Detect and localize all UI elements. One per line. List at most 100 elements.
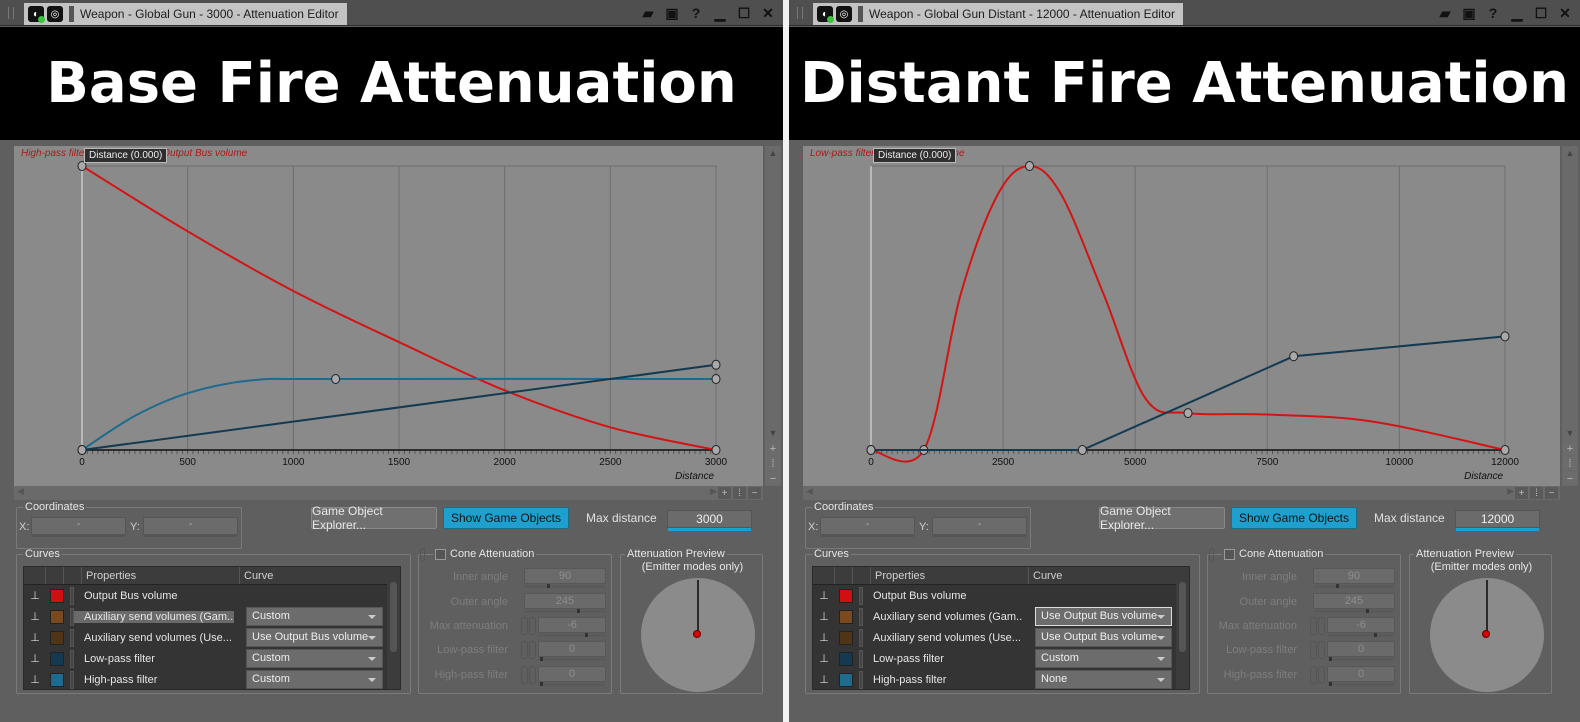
curve-row[interactable]: ⊥ Auxiliary send volumes (Gam... Use Outpu… — [813, 606, 1189, 627]
value-slider[interactable] — [1328, 683, 1394, 686]
help-icon[interactable]: ? — [1484, 4, 1502, 22]
curve-type-dropdown[interactable]: Custom — [1035, 649, 1172, 668]
curve-control-point[interactable] — [1500, 445, 1510, 455]
curve-control-point[interactable] — [1077, 445, 1087, 455]
curve-type-dropdown[interactable]: Use Output Bus volume — [1035, 628, 1172, 647]
show-game-objects-button[interactable]: Show Game Objects — [1231, 507, 1357, 529]
zoom-in-icon[interactable]: + — [1563, 442, 1577, 455]
curve-link-icon[interactable] — [1318, 641, 1325, 659]
curve-control-point[interactable] — [1500, 331, 1510, 342]
scroll-up-icon[interactable]: ▲ — [1562, 148, 1578, 158]
value-slider[interactable] — [1328, 634, 1394, 637]
graph-horizontal-scrollbar[interactable]: ◀ ▶ + ⁞ − — [803, 486, 1560, 500]
editor-tab[interactable]: ◐ ◎ Weapon - Global Gun - 3000 - Attenuati… — [24, 3, 347, 25]
slider-handle[interactable] — [1366, 609, 1369, 613]
curve-control-point[interactable] — [1289, 351, 1299, 362]
folder-open-icon[interactable]: ▰ — [1436, 4, 1454, 22]
slider-handle[interactable] — [1329, 682, 1333, 686]
pin-icon[interactable]: ⊥ — [24, 673, 46, 686]
curve-row[interactable]: ⊥ Output Bus volume — [24, 585, 400, 606]
help-icon[interactable]: ? — [687, 4, 705, 22]
zoom-fit-icon[interactable]: ⁞ — [1530, 487, 1543, 499]
scrollbar-thumb[interactable] — [1179, 582, 1186, 652]
close-icon[interactable]: ✕ — [1556, 4, 1574, 22]
slider-handle[interactable] — [577, 609, 580, 613]
minimize-icon[interactable]: ▁ — [1508, 4, 1526, 22]
game-object-explorer-button[interactable]: Game Object Explorer... — [1099, 504, 1225, 532]
pin-icon[interactable]: ⊥ — [24, 589, 46, 602]
drag-grip-icon[interactable] — [8, 7, 14, 19]
save-icon[interactable]: ▣ — [1460, 4, 1478, 22]
scrollbar-thumb[interactable] — [390, 582, 397, 652]
zoom-out-icon[interactable]: − — [766, 472, 780, 485]
graph-vertical-scrollbar[interactable]: ▲ ▼ + ⁞ − — [1562, 146, 1578, 486]
zoom-in-icon[interactable]: + — [766, 442, 780, 455]
zoom-fit-icon[interactable]: ⁞ — [1563, 457, 1577, 470]
value-slider[interactable] — [539, 658, 605, 661]
value-slider[interactable] — [525, 585, 605, 588]
curve-graph[interactable]: Low-pass filter, Output Bus volume025005… — [803, 146, 1560, 486]
curve-row[interactable]: ⊥ Auxiliary send volumes (Use... Use Outpu… — [813, 627, 1189, 648]
value-slider[interactable] — [525, 610, 605, 613]
value-slider[interactable] — [539, 634, 605, 637]
pin-icon[interactable]: ⊥ — [813, 589, 835, 602]
zoom-out-icon[interactable]: − — [1563, 472, 1577, 485]
curve-type-dropdown[interactable]: Custom — [246, 607, 383, 626]
low-pass-input[interactable]: 0 — [538, 641, 606, 661]
curve-type-dropdown[interactable]: None — [1035, 670, 1172, 689]
curve-graph[interactable]: High-pass filter, Low-pass filter, Outpu… — [14, 146, 763, 486]
link-icon[interactable] — [521, 617, 528, 635]
link-icon[interactable] — [521, 666, 528, 684]
high-pass-input[interactable]: 0 — [538, 666, 606, 686]
link-icon[interactable] — [1310, 617, 1317, 635]
low-pass-input[interactable]: 0 — [1327, 641, 1395, 661]
slider-handle[interactable] — [1329, 657, 1333, 661]
high-pass-input[interactable]: 0 — [1327, 666, 1395, 686]
pin-icon[interactable]: ⊥ — [24, 631, 46, 644]
slider-handle[interactable] — [540, 657, 544, 661]
scroll-right-icon[interactable]: ▶ — [710, 486, 717, 497]
x-coordinate-input[interactable]: - — [31, 517, 126, 537]
curve-link-icon[interactable] — [1318, 666, 1325, 684]
curve-row[interactable]: ⊥ High-pass filter None — [813, 669, 1189, 690]
show-game-objects-button[interactable]: Show Game Objects — [443, 507, 569, 529]
close-icon[interactable]: ✕ — [759, 4, 777, 22]
graph-horizontal-scrollbar[interactable]: ◀ ▶ + ⁞ − — [14, 486, 763, 500]
pin-icon[interactable]: ⊥ — [24, 652, 46, 665]
max-distance-input[interactable]: 3000 — [667, 510, 752, 531]
curve-type-dropdown[interactable]: Use Output Bus volume — [1035, 607, 1172, 626]
cone-attenuation-checkbox[interactable] — [1224, 548, 1235, 560]
inner-angle-input[interactable]: 90 — [524, 568, 606, 588]
panel-divider[interactable] — [783, 0, 789, 722]
drag-grip-icon[interactable] — [797, 7, 803, 19]
save-icon[interactable]: ▣ — [663, 4, 681, 22]
max-distance-slider[interactable] — [1456, 528, 1539, 531]
curve-control-point[interactable] — [711, 359, 721, 370]
zoom-fit-icon[interactable]: ⁞ — [766, 457, 780, 470]
curve-header[interactable]: Curve — [1029, 567, 1177, 584]
scroll-left-icon[interactable]: ◀ — [17, 486, 24, 497]
pin-icon[interactable]: ⊥ — [813, 673, 835, 686]
scroll-down-icon[interactable]: ▼ — [765, 428, 781, 438]
curve-link-icon[interactable] — [529, 641, 536, 659]
curve-control-point[interactable] — [1183, 408, 1193, 419]
curve-plot[interactable]: 0 500 1000 1500 2000 2500 3000 Distance — [14, 146, 763, 486]
scroll-left-icon[interactable]: ◀ — [806, 486, 813, 497]
curve-type-dropdown[interactable]: Custom — [246, 649, 383, 668]
curve-header[interactable]: Curve — [240, 567, 388, 584]
value-slider[interactable] — [1314, 585, 1394, 588]
curve-row[interactable]: ⊥ Auxiliary send volumes (Use... Use Outpu… — [24, 627, 400, 648]
x-coordinate-input[interactable]: - — [820, 517, 915, 537]
max-distance-input[interactable]: 12000 — [1455, 510, 1540, 531]
curve-plot[interactable]: 0 2500 5000 7500 10000 12000 Distance — [803, 146, 1560, 486]
cone-link-icon[interactable] — [420, 548, 425, 562]
y-coordinate-input[interactable]: - — [143, 517, 238, 537]
slider-handle[interactable] — [540, 682, 544, 686]
pin-icon[interactable]: ⊥ — [813, 652, 835, 665]
y-coordinate-input[interactable]: - — [932, 517, 1027, 537]
inner-angle-input[interactable]: 90 — [1313, 568, 1395, 588]
link-icon[interactable] — [1310, 666, 1317, 684]
value-slider[interactable] — [539, 683, 605, 686]
pin-icon[interactable]: ⊥ — [24, 610, 46, 623]
curve-control-point[interactable] — [711, 445, 721, 455]
